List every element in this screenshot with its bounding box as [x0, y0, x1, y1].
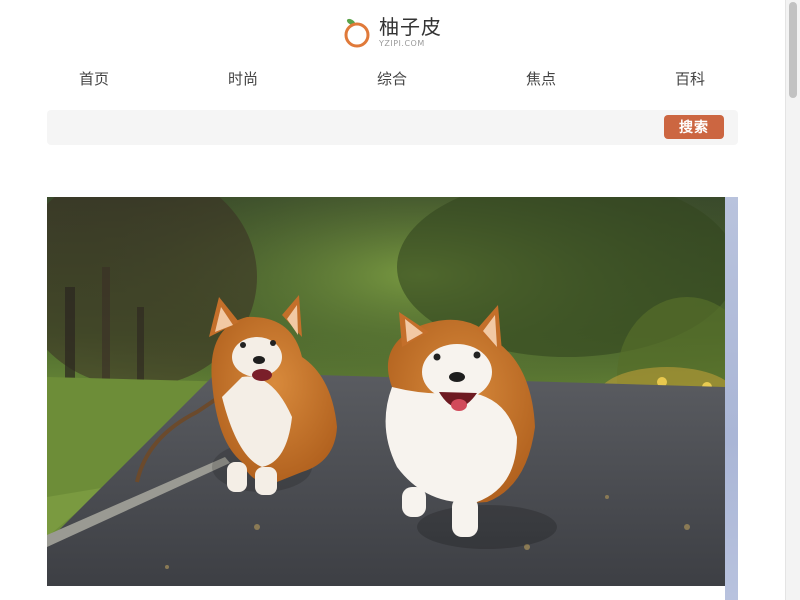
search-input[interactable] [57, 116, 651, 141]
search-bar: 搜索 [47, 110, 738, 145]
scrollbar-thumb[interactable] [789, 2, 797, 98]
site-logo[interactable]: 柚子皮 YZIPI.COM [343, 14, 442, 50]
page: 柚子皮 YZIPI.COM 首页 时尚 综合 焦点 百科 搜索 [0, 0, 800, 600]
search-button[interactable]: 搜索 [664, 115, 724, 139]
nav-item-general[interactable]: 综合 [377, 68, 407, 89]
banner-image[interactable] [47, 197, 725, 586]
nav-item-focus[interactable]: 焦点 [526, 68, 556, 89]
nav-item-home[interactable]: 首页 [79, 68, 109, 89]
page-scrollbar[interactable] [785, 0, 800, 600]
nav-item-fashion[interactable]: 时尚 [228, 68, 258, 89]
main-nav: 首页 时尚 综合 焦点 百科 [0, 64, 785, 92]
logo-subtitle: YZIPI.COM [379, 38, 425, 48]
nav-item-encyclopedia[interactable]: 百科 [675, 68, 705, 89]
banner-next-slide[interactable] [725, 197, 738, 600]
logo-title: 柚子皮 [379, 14, 442, 39]
two-corgis-running-photo [47, 197, 725, 586]
citrus-icon [343, 16, 371, 48]
